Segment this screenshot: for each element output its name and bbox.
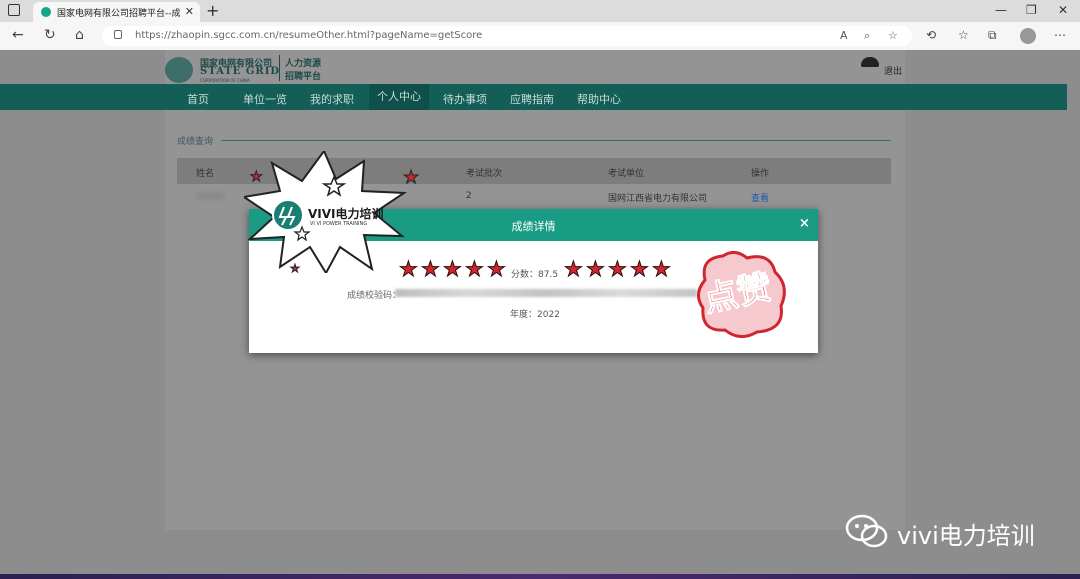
browser-tab-bar: 国家电网有限公司招聘平台--成 ✕ + — ❐ ✕ bbox=[0, 0, 1080, 22]
star-icon: ★ bbox=[630, 257, 650, 281]
section-divider bbox=[221, 140, 891, 141]
like-stamp: 点赞 bbox=[695, 250, 790, 342]
wechat-icon bbox=[845, 514, 888, 548]
watermark-text: vivi电力培训 bbox=[897, 522, 1035, 550]
cell-unit: 国网江西省电力有限公司 bbox=[608, 194, 708, 204]
favorites-icon[interactable]: ☆ bbox=[958, 28, 969, 42]
collections-icon[interactable]: ⧉ bbox=[988, 28, 997, 43]
star-icon: ★ bbox=[465, 257, 485, 281]
nav-todo[interactable]: 待办事项 bbox=[443, 91, 487, 107]
profile-avatar[interactable] bbox=[1020, 28, 1036, 44]
verification-code-redacted bbox=[395, 289, 697, 297]
name-redacted bbox=[196, 192, 224, 200]
extensions-icon[interactable]: ⟲ bbox=[926, 28, 936, 42]
header-unit: 考试单位 bbox=[608, 169, 645, 179]
address-toolbar: ← ↻ ⌂ https://zhaopin.sgcc.com.cn/resume… bbox=[0, 22, 1080, 51]
home-icon[interactable]: ⌂ bbox=[75, 27, 84, 43]
nav-guide[interactable]: 应聘指南 bbox=[510, 91, 554, 107]
star-icon: ★ bbox=[443, 257, 463, 281]
taskbar-strip bbox=[0, 574, 1080, 579]
cell-batch: 2 bbox=[466, 191, 472, 201]
red-star-icon: ★ bbox=[250, 169, 264, 186]
restore-icon[interactable]: ❐ bbox=[1026, 3, 1037, 17]
burst-subtitle: VI VI POWER TRAINING bbox=[310, 221, 368, 227]
close-window-icon[interactable]: ✕ bbox=[1058, 3, 1068, 17]
vivi-burst-sticker: VIVI电力培训 VI VI POWER TRAINING bbox=[241, 148, 409, 277]
url-text: https://zhaopin.sgcc.com.cn/resumeOther.… bbox=[135, 30, 483, 41]
tab-title: 国家电网有限公司招聘平台--成 bbox=[57, 9, 181, 19]
nav-units[interactable]: 单位一览 bbox=[243, 91, 287, 107]
modal-close-button[interactable]: × bbox=[799, 216, 810, 231]
window-menu-icon[interactable] bbox=[8, 4, 20, 16]
year-value: 年度：2022 bbox=[510, 310, 560, 320]
lock-icon bbox=[114, 30, 122, 39]
tab-close-icon[interactable]: ✕ bbox=[185, 5, 194, 18]
favorite-add-icon[interactable]: ☆ bbox=[888, 29, 898, 42]
logo-hr-label: 人力资源 bbox=[285, 59, 322, 69]
minimize-icon[interactable]: — bbox=[995, 3, 1007, 17]
star-icon: ★ bbox=[652, 257, 672, 281]
wechat-watermark: vivi电力培训 bbox=[845, 514, 1035, 552]
nav-my-jobs[interactable]: 我的求职 bbox=[310, 91, 354, 107]
red-star-icon: ★ bbox=[402, 167, 420, 189]
reload-icon[interactable]: ↻ bbox=[44, 27, 56, 43]
logo-subtitle: CORPORATION OF CHINA bbox=[200, 78, 250, 83]
site-favicon-icon bbox=[41, 7, 51, 17]
logo-divider bbox=[279, 55, 280, 81]
more-menu-icon[interactable]: ⋯ bbox=[1054, 28, 1066, 42]
logo-platform-label: 招聘平台 bbox=[285, 72, 322, 82]
star-icon: ★ bbox=[564, 257, 584, 281]
user-icon bbox=[861, 57, 879, 67]
url-bar[interactable]: https://zhaopin.sgcc.com.cn/resumeOther.… bbox=[102, 26, 912, 46]
star-icon: ★ bbox=[586, 257, 606, 281]
new-tab-icon[interactable]: + bbox=[206, 1, 219, 20]
section-title: 成绩查询 bbox=[177, 137, 214, 147]
star-icon: ★ bbox=[421, 257, 441, 281]
zoom-icon[interactable]: ⌕ bbox=[864, 29, 870, 43]
logo-english-name: STATE GRID bbox=[200, 66, 281, 77]
star-icon: ★ bbox=[608, 257, 628, 281]
header-action: 操作 bbox=[751, 169, 770, 179]
nav-personal-center[interactable]: 个人中心 bbox=[369, 84, 429, 110]
verification-code-label: 成绩校验码： bbox=[347, 291, 402, 301]
header-batch: 考试批次 bbox=[466, 169, 503, 179]
back-icon[interactable]: ← bbox=[12, 27, 24, 43]
read-aloud-icon[interactable]: A bbox=[840, 29, 848, 42]
red-star-icon: ★ bbox=[290, 262, 301, 276]
browser-tab[interactable]: 国家电网有限公司招聘平台--成 ✕ bbox=[33, 2, 200, 22]
header-name: 姓名 bbox=[196, 169, 215, 179]
nav-home[interactable]: 首页 bbox=[187, 91, 209, 107]
score-value: 分数：87.5 bbox=[511, 270, 559, 280]
nav-help[interactable]: 帮助中心 bbox=[577, 91, 621, 107]
logout-link[interactable]: 退出 bbox=[884, 64, 902, 77]
burst-title: VIVI电力培训 bbox=[308, 207, 384, 221]
main-nav: 首页 单位一览 我的求职 个人中心 待办事项 应聘指南 帮助中心 bbox=[0, 84, 1067, 110]
state-grid-globe-icon bbox=[165, 57, 193, 83]
view-link[interactable]: 查看 bbox=[751, 191, 769, 204]
star-icon: ★ bbox=[487, 257, 507, 281]
